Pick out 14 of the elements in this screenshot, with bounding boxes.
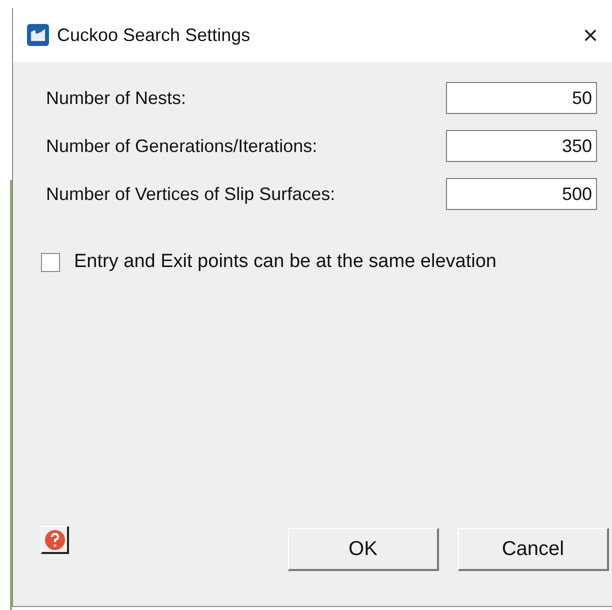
help-icon[interactable] (41, 526, 69, 554)
window-title: Cuckoo Search Settings (57, 24, 250, 47)
close-button[interactable]: × (578, 22, 602, 48)
field-label: Number of Vertices of Slip Surfaces: (46, 182, 336, 206)
ok-button[interactable]: OK (288, 528, 439, 571)
app-icon (27, 24, 49, 46)
number-field[interactable]: 350 (446, 130, 597, 162)
number-field[interactable]: 500 (446, 178, 597, 210)
field-label: Number of Generations/Iterations: (46, 134, 318, 158)
checkbox-label: Entry and Exit points can be at the same elevation (74, 250, 496, 274)
checkbox[interactable] (41, 252, 60, 272)
field-label: Number of Nests: (46, 86, 186, 110)
cancel-button[interactable]: Cancel (458, 528, 609, 571)
number-field[interactable]: 50 (446, 82, 597, 114)
